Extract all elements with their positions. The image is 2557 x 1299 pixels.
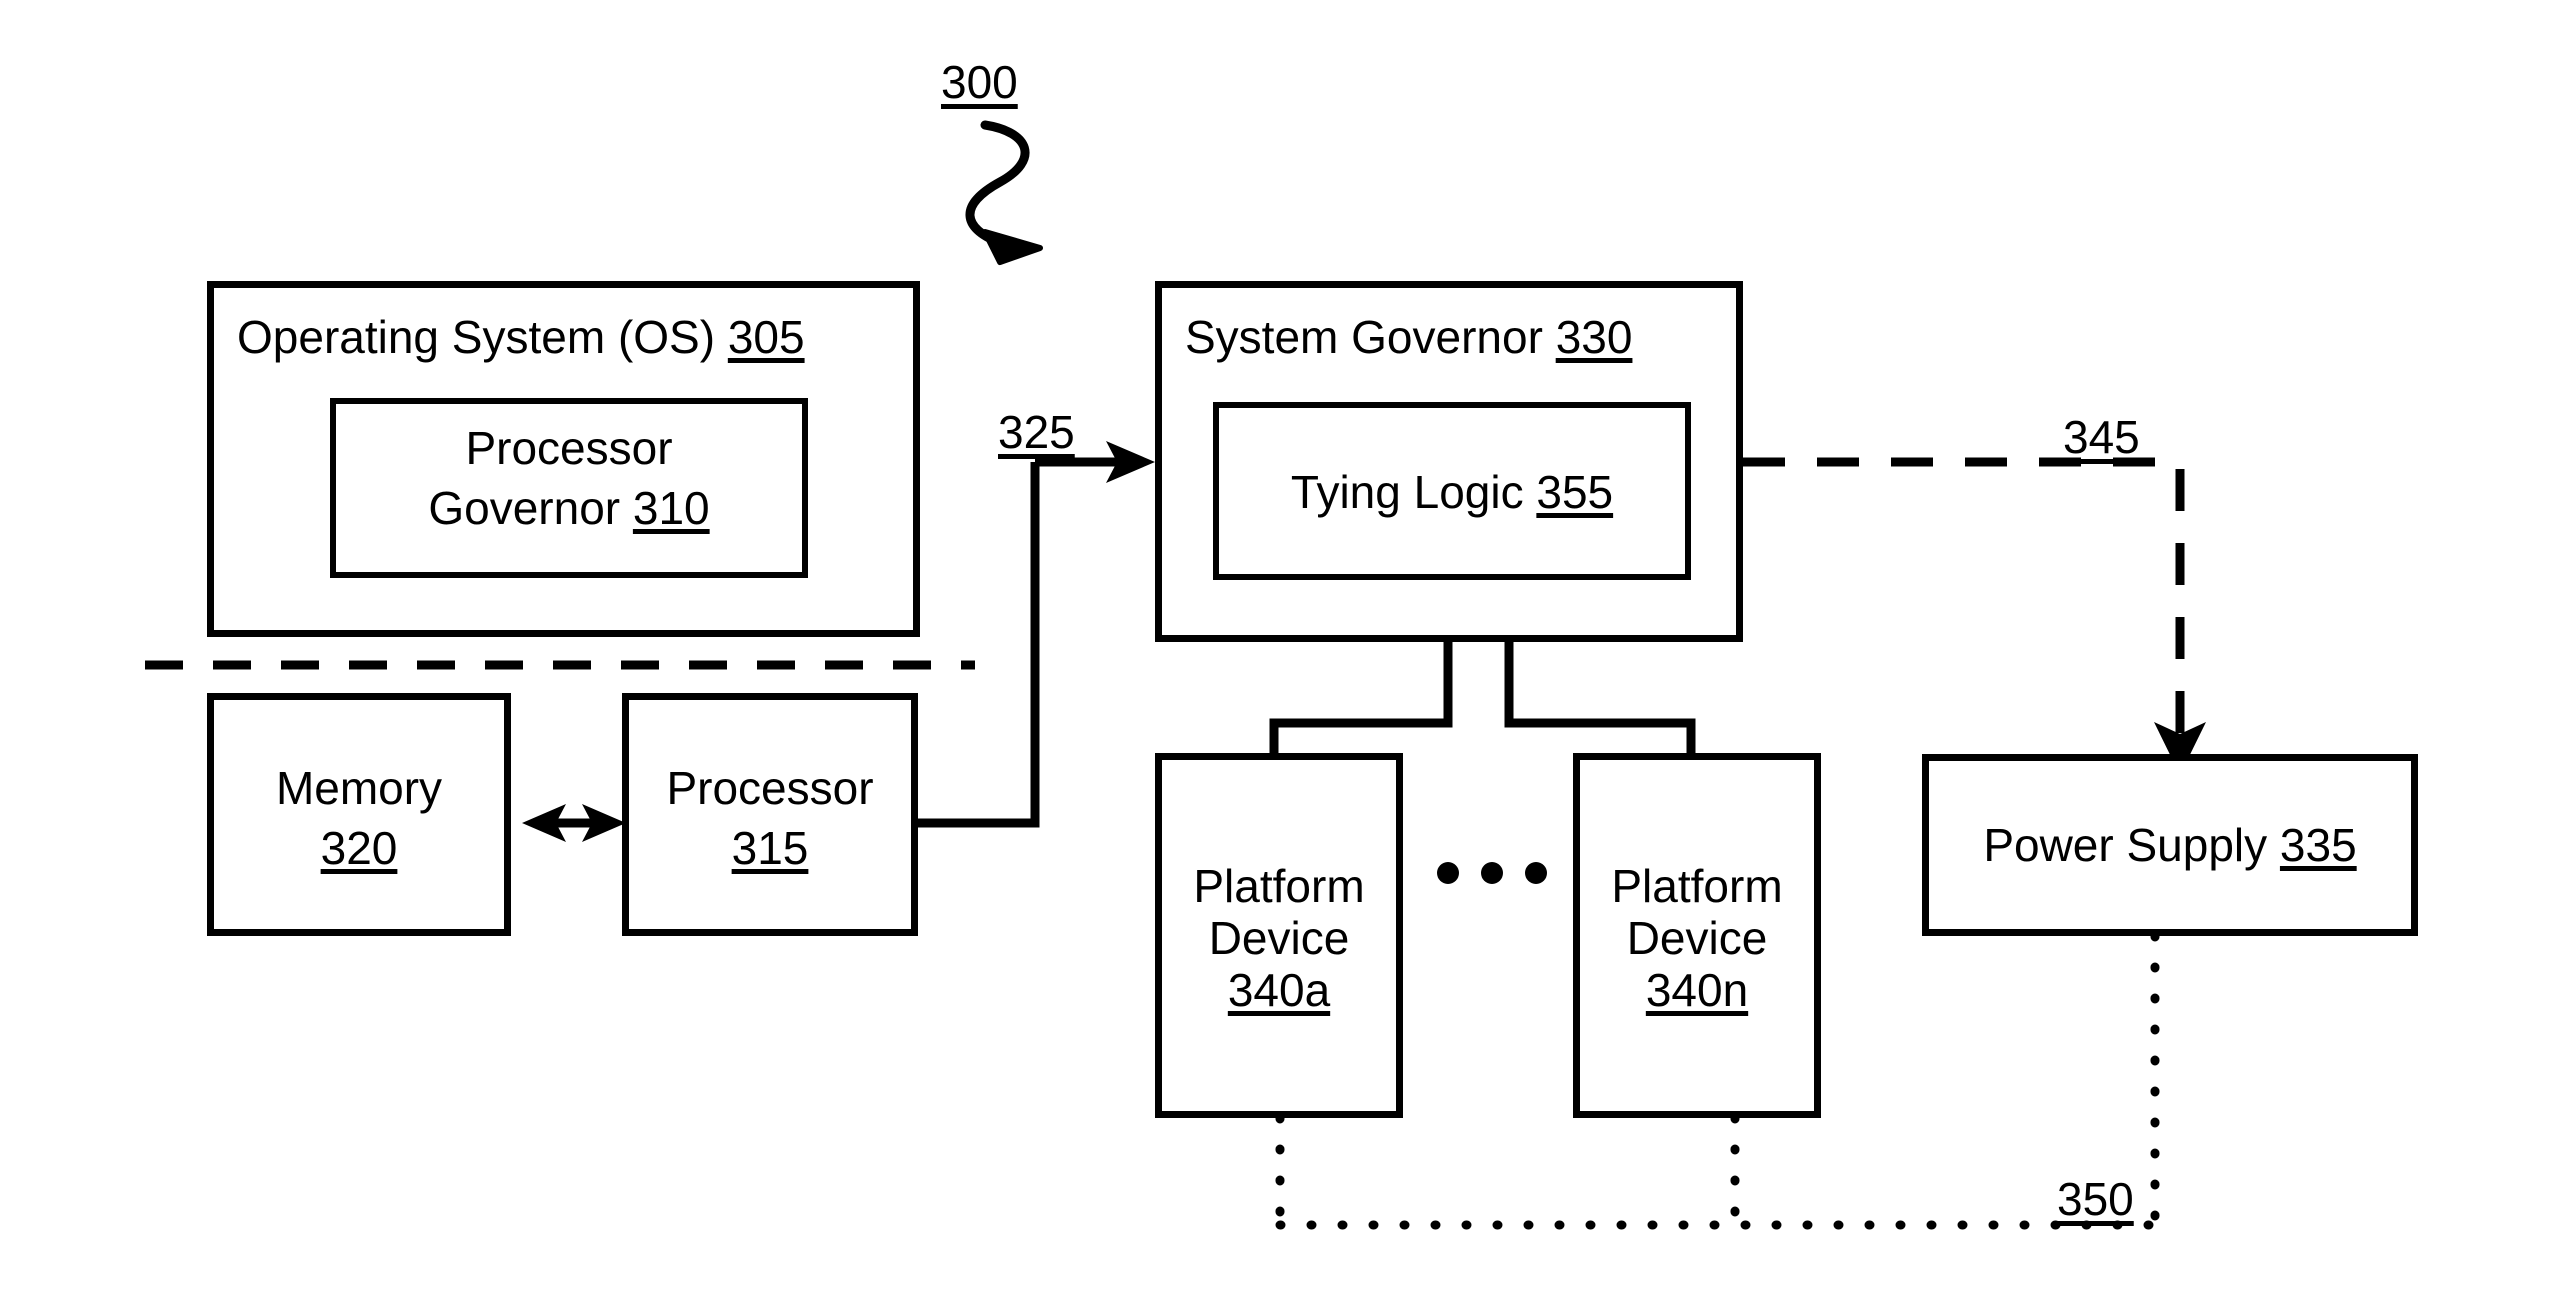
memory-block[interactable]: Memory 320: [207, 693, 511, 936]
tying-logic-ref: 355: [1536, 466, 1614, 518]
platform-device-n-line2: Device: [1626, 912, 1768, 964]
processor-ref: 315: [731, 822, 809, 874]
system-governor-ref: 330: [1555, 311, 1633, 363]
platform-device-a-line2: Device: [1208, 912, 1350, 964]
connector-label-350: 350: [2057, 1173, 2134, 1225]
ellipsis-dot-2: [1481, 862, 1503, 884]
processor-governor-block[interactable]: Processor Governor 310: [330, 398, 808, 578]
power-supply-title: Power Supply 335: [1983, 819, 2357, 871]
platform-device-a-ref: 340a: [1227, 964, 1331, 1016]
connector-label-345: 345: [2063, 411, 2140, 463]
memory-label: Memory: [275, 762, 443, 814]
system-governor-title: System Governor 330: [1185, 311, 1633, 363]
processor-governor-line1: Processor: [465, 422, 673, 474]
patent-figure-canvas: 300 Operating System (OS) 305 Processor …: [0, 0, 2557, 1299]
tying-logic-title: Tying Logic 355: [1290, 466, 1614, 518]
platform-device-a-line1: Platform: [1193, 860, 1365, 912]
operating-system-title: Operating System (OS) 305: [237, 311, 805, 363]
processor-governor-line2: Governor 310: [428, 482, 710, 534]
platform-device-n-block[interactable]: Platform Device 340n: [1573, 753, 1821, 1118]
processor-governor-ref: 310: [632, 482, 710, 534]
operating-system-ref: 305: [727, 311, 805, 363]
connector-345-system-governor-to-power-supply: [1743, 457, 2206, 775]
connector-label-325: 325: [998, 406, 1075, 458]
ellipsis-dot-3: [1525, 862, 1547, 884]
processor-label: Processor: [666, 762, 874, 814]
figure-number-300: 300: [941, 56, 1018, 108]
platform-devices-ellipsis-icon: [1437, 862, 1547, 884]
platform-device-n-ref: 340n: [1645, 964, 1749, 1016]
figure-callout-squiggle: [965, 120, 1043, 265]
processor-block[interactable]: Processor 315: [622, 693, 918, 936]
ellipsis-dot-1: [1437, 862, 1459, 884]
memory-ref: 320: [320, 822, 398, 874]
platform-device-n-line1: Platform: [1611, 860, 1783, 912]
platform-device-a-block[interactable]: Platform Device 340a: [1155, 753, 1403, 1118]
memory-processor-bidirectional-arrow: [522, 804, 626, 842]
power-supply-block[interactable]: Power Supply 335: [1922, 754, 2418, 936]
tying-logic-block[interactable]: Tying Logic 355: [1213, 402, 1691, 580]
power-supply-ref: 335: [2279, 819, 2357, 871]
connector-325-processor-to-system-governor: [918, 441, 1155, 828]
